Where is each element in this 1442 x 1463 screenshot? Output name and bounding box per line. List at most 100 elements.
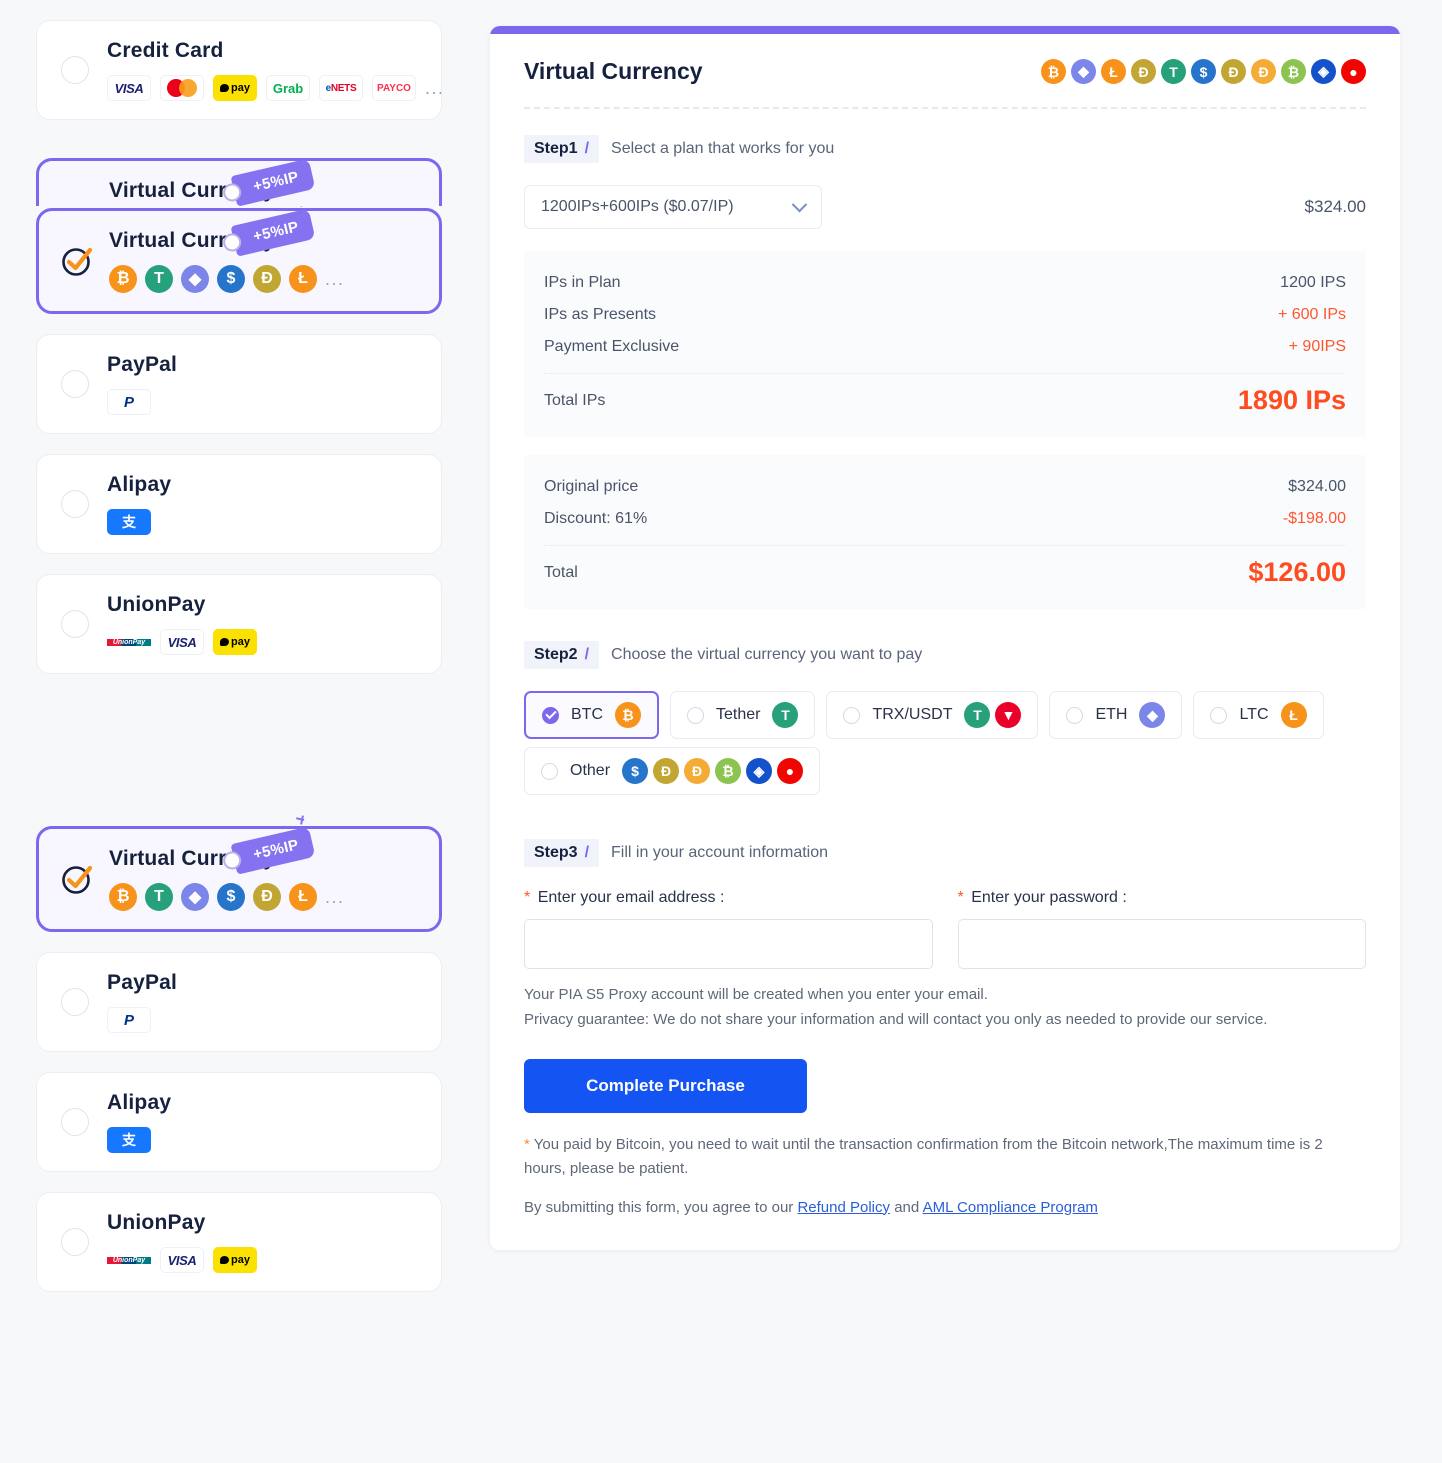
virtual-currency-coin-row: ₿ T ◆ $ Ð Ł ... xyxy=(109,265,419,293)
enets-icon: e NETS xyxy=(319,75,363,101)
btc-icon: ₿ xyxy=(1041,59,1066,84)
total-ips-value: 1890 IPs xyxy=(1237,385,1346,415)
trx-icon: ▼ xyxy=(995,702,1022,728)
radio-alipay[interactable] xyxy=(61,490,89,518)
doge-icon: Ð xyxy=(653,758,680,784)
refund-policy-link[interactable]: Refund Policy xyxy=(797,1199,890,1216)
mastercard-icon xyxy=(160,75,204,101)
currency-label: LTC xyxy=(1239,706,1269,723)
radio-paypal[interactable] xyxy=(61,370,89,398)
currency-label: Tether xyxy=(716,706,761,723)
total-row: Total $126.00 xyxy=(544,550,1346,595)
payment-warning: * You paid by Bitcoin, you need to wait … xyxy=(524,1133,1364,1181)
currency-label: Other xyxy=(570,762,611,779)
step3-badge: Step3 / xyxy=(524,839,600,867)
radio-paypal[interactable] xyxy=(61,988,89,1016)
currency-option-eth[interactable]: ETH ◆ xyxy=(1049,691,1183,739)
payment-card-virtual-currency-2[interactable]: Virtual Currency +5%IP ₿ T ◆ $ Ð Ł ... xyxy=(36,826,442,932)
divider xyxy=(544,373,1346,374)
password-input[interactable] xyxy=(957,919,1366,969)
usdt-icon: T xyxy=(772,702,799,728)
check-circle-icon xyxy=(62,865,93,894)
btc-icon: ₿ xyxy=(615,702,641,728)
radio-trx-usdt[interactable] xyxy=(843,706,861,724)
step1-header: Step1 / Select a plan that works for you xyxy=(524,135,1366,163)
account-note: Your PIA S5 Proxy account will be create… xyxy=(524,983,1366,1033)
terms-text: By submitting this form, you agree to ou… xyxy=(524,1199,1366,1216)
payment-card-unionpay-2[interactable]: UnionPay UnionPay VISA pay xyxy=(36,1192,442,1292)
panel-header: Virtual Currency ₿ ◆ Ł Ð T $ Ð Đ ₿ ◈ ● xyxy=(524,58,1366,85)
supported-coins-row: ₿ ◆ Ł Ð T $ Ð Đ ₿ ◈ ● xyxy=(1041,59,1366,84)
plan-select[interactable]: 1200IPs+600IPs ($0.07/IP) xyxy=(524,185,822,229)
payment-card-paypal[interactable]: PayPal P xyxy=(36,334,442,434)
payment-card-paypal-2[interactable]: PayPal P xyxy=(36,952,442,1052)
shib-icon: ● xyxy=(1341,59,1366,84)
warning-text: You paid by Bitcoin, you need to wait un… xyxy=(524,1135,1323,1177)
currency-option-btc[interactable]: BTC ₿ xyxy=(524,691,659,739)
radio-unionpay[interactable] xyxy=(61,1228,89,1256)
row-label: Discount: 61% xyxy=(544,510,648,527)
total-ips-label: Total IPs xyxy=(544,391,606,409)
alipay-icon: 支 xyxy=(107,509,151,535)
payment-card-title: PayPal xyxy=(107,971,178,994)
bch-icon: ₿ xyxy=(1281,59,1306,84)
aml-compliance-link[interactable]: AML Compliance Program xyxy=(923,1199,1098,1216)
radio-btc[interactable] xyxy=(542,706,559,724)
row-label: IPs in Plan xyxy=(544,274,621,291)
payment-card-title: UnionPay xyxy=(107,1211,206,1234)
usdc-icon: $ xyxy=(622,758,649,784)
radio-credit-card[interactable] xyxy=(61,56,89,84)
step2-header: Step2 / Choose the virtual currency you … xyxy=(524,641,1366,669)
kakao-pay-icon: pay xyxy=(213,629,257,655)
dai-icon: Đ xyxy=(1251,59,1276,84)
radio-eth[interactable] xyxy=(1066,706,1084,724)
payment-card-alipay[interactable]: Alipay 支 xyxy=(36,454,442,554)
row-value: + 600 IPs xyxy=(1277,306,1346,323)
page-title: Virtual Currency xyxy=(524,58,703,84)
required-mark: * xyxy=(957,889,964,906)
currency-icons: $ Ð Đ ₿ ◈ ● xyxy=(622,758,804,784)
payment-card-credit-card[interactable]: Credit Card VISA pay Grab e NETS PAYCO ..… xyxy=(36,20,443,120)
terms-mid: and xyxy=(894,1198,923,1216)
currency-icons: Ł xyxy=(1280,702,1307,728)
checkout-panel: Virtual Currency ₿ ◆ Ł Ð T $ Ð Đ ₿ ◈ ● S… xyxy=(490,26,1400,1250)
unionpay-logo-row: UnionPay VISA pay xyxy=(107,1247,421,1273)
price-row: Original price $324.00 xyxy=(544,471,1346,503)
ltc-icon: Ł xyxy=(1280,702,1307,728)
step2-description: Choose the virtual currency you want to … xyxy=(611,646,923,663)
currency-option-ltc[interactable]: LTC Ł xyxy=(1193,691,1324,739)
radio-alipay[interactable] xyxy=(61,1108,89,1136)
radio-tether[interactable] xyxy=(687,706,704,724)
row-value: + 90IPS xyxy=(1288,338,1346,355)
ltc-icon: Ł xyxy=(1101,59,1126,84)
payment-card-alipay-2[interactable]: Alipay 支 xyxy=(36,1072,442,1172)
grab-icon: Grab xyxy=(266,75,310,101)
radio-other[interactable] xyxy=(541,762,558,780)
payment-card-unionpay[interactable]: UnionPay UnionPay VISA pay xyxy=(36,574,442,674)
eth-icon: ◆ xyxy=(1071,59,1096,84)
radio-unionpay[interactable] xyxy=(61,610,89,638)
plan-price: $324.00 xyxy=(1304,197,1366,216)
usdt-icon: T xyxy=(1161,59,1186,84)
step3-header: Step3 / Fill in your account information xyxy=(524,839,1366,867)
currency-option-trx-usdt[interactable]: TRX/USDT T ▼ xyxy=(826,691,1039,739)
currency-option-other[interactable]: Other $ Ð Đ ₿ ◈ ● xyxy=(524,747,821,795)
currency-label: TRX/USDT xyxy=(872,706,953,723)
unionpay-icon: UnionPay xyxy=(107,1247,151,1273)
kakao-pay-icon: pay xyxy=(213,1247,257,1273)
paypal-logo-row: P xyxy=(107,1007,421,1033)
shib-icon: ● xyxy=(777,758,804,784)
btc-icon: ₿ xyxy=(109,883,137,911)
complete-purchase-button[interactable]: Complete Purchase xyxy=(524,1058,807,1113)
row-value: -$198.00 xyxy=(1282,510,1346,527)
check-circle-icon xyxy=(62,247,93,276)
payment-card-virtual-currency[interactable]: Virtual Currency +5%IP ₿ T ◆ $ Ð Ł ... xyxy=(36,208,442,314)
divider xyxy=(524,107,1366,109)
payment-card-title: Credit Card xyxy=(107,39,224,62)
total-ips-row: Total IPs 1890 IPs xyxy=(544,378,1346,423)
email-input[interactable] xyxy=(524,919,933,969)
radio-ltc[interactable] xyxy=(1210,706,1228,724)
bch-icon: ₿ xyxy=(715,758,742,784)
chevron-down-icon xyxy=(791,196,808,212)
currency-option-tether[interactable]: Tether T xyxy=(670,691,816,739)
